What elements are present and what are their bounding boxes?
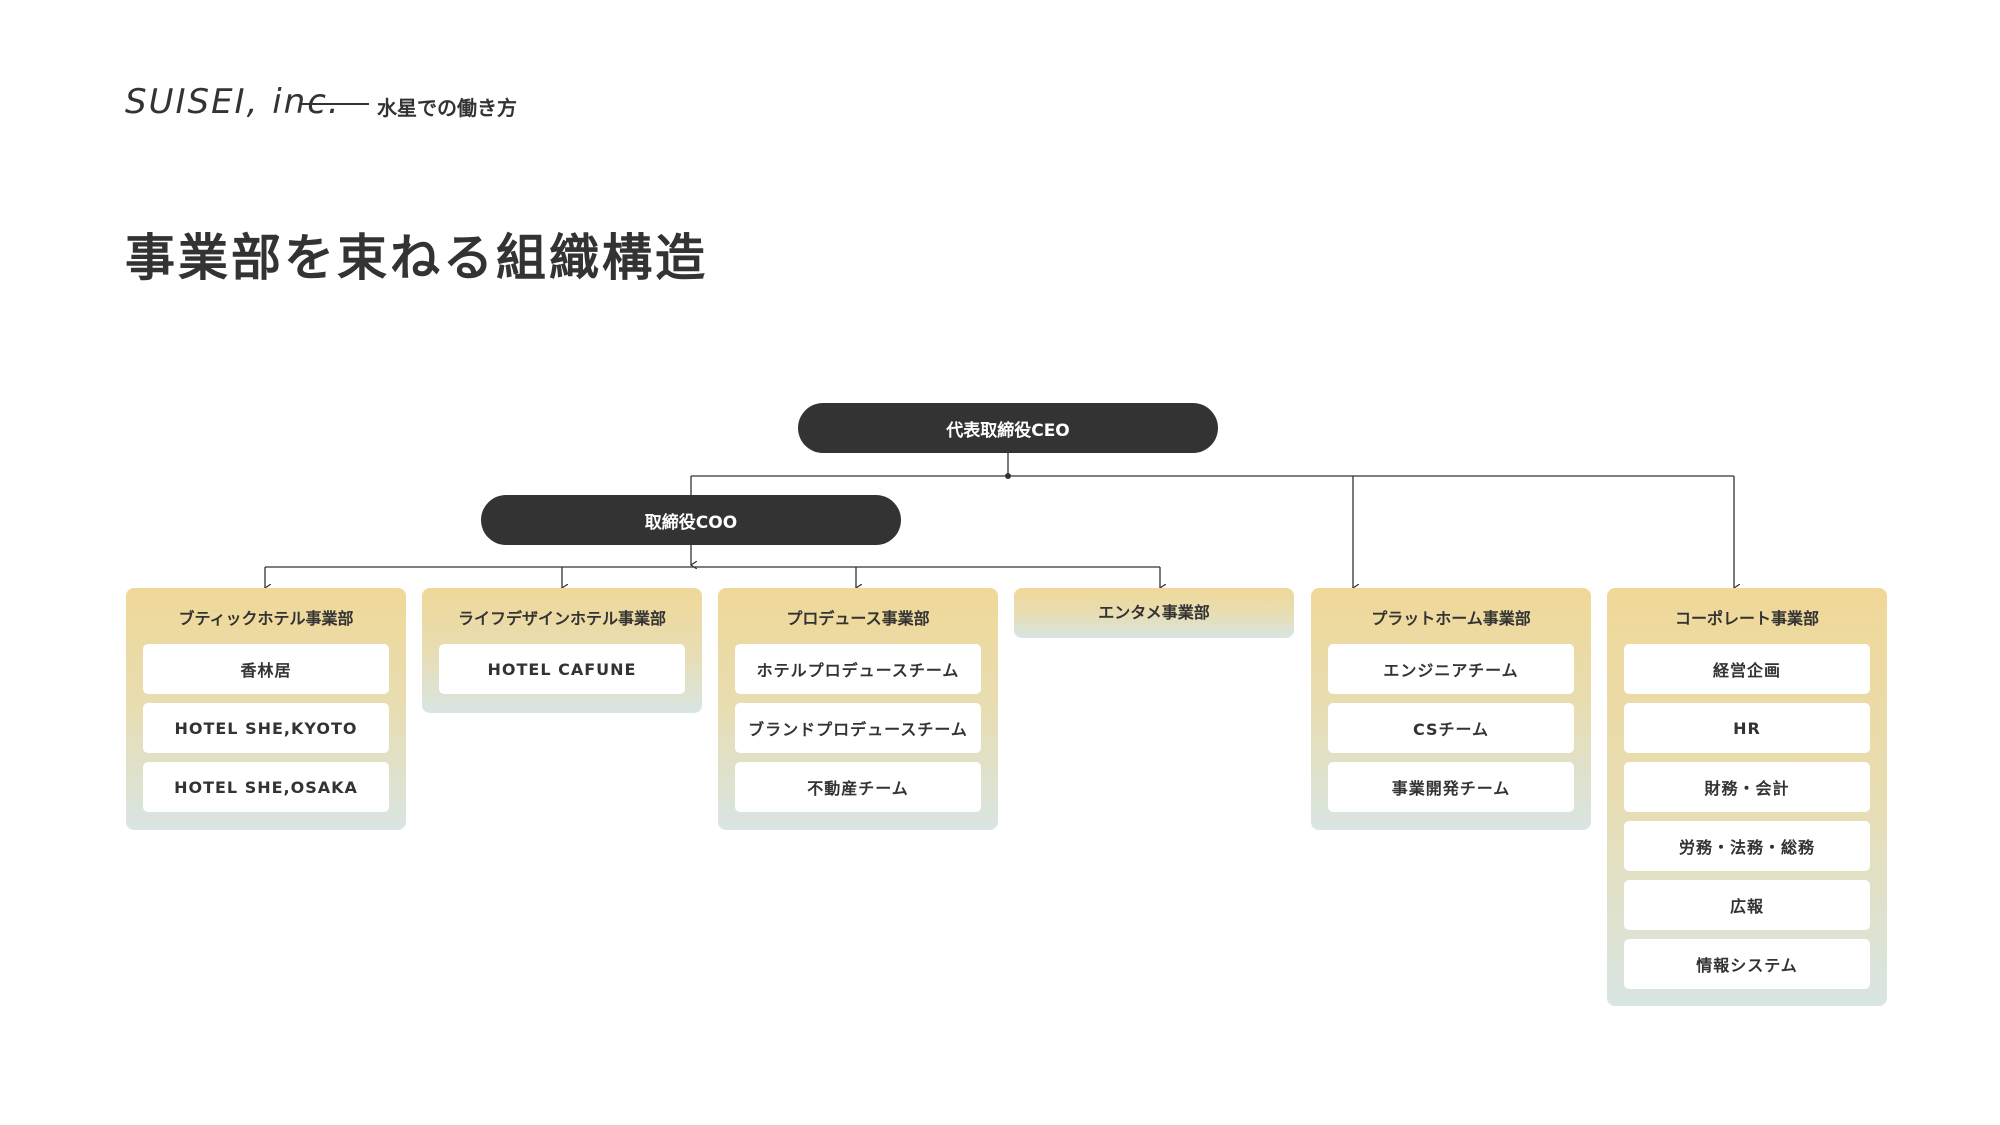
dept-boutique-hotel: ブティックホテル事業部 香林居 HOTEL SHE,KYOTO HOTEL SH… [126,588,406,830]
team-hotel-she-osaka: HOTEL SHE,OSAKA [143,762,389,812]
dept-title: コーポレート事業部 [1674,609,1819,628]
dept-title: ライフデザインホテル事業部 [457,609,666,628]
header-tagline: 水星での働き方 [377,96,517,120]
page-title: 事業部を束ねる組織構造 [125,229,708,287]
team-information-systems: 情報システム [1624,939,1870,989]
logo-divider [301,103,369,105]
dept-corporate: コーポレート事業部 経営企画 HR 財務・会計 労務・法務・総務 広報 情報シス… [1607,588,1887,1006]
ceo-junction-dot [1005,473,1011,479]
coo-node: 取締役COO [481,495,901,545]
team-kourinkyo: 香林居 [143,644,389,694]
dept-title: プロデュース事業部 [786,609,930,628]
team-hotel-she-kyoto: HOTEL SHE,KYOTO [143,703,389,753]
team-finance-accounting: 財務・会計 [1624,762,1870,812]
team-brand-produce: ブランドプロデュースチーム [735,703,981,753]
team-hotel-cafune: HOTEL CAFUNE [439,644,685,694]
team-hotel-produce: ホテルプロデュースチーム [735,644,981,694]
team-engineer: エンジニアチーム [1328,644,1574,694]
team-labor-legal-general: 労務・法務・総務 [1624,821,1870,871]
dept-title: ブティックホテル事業部 [178,609,354,628]
dept-title: プラットホーム事業部 [1371,609,1531,628]
dept-entertainment: エンタメ事業部 [1014,588,1294,638]
team-cs: CSチーム [1328,703,1574,753]
dept-life-design-hotel: ライフデザインホテル事業部 HOTEL CAFUNE [422,588,702,713]
company-logo: SUISEI, inc. [125,82,341,122]
team-pr: 広報 [1624,880,1870,930]
dept-platform: プラットホーム事業部 エンジニアチーム CSチーム 事業開発チーム [1311,588,1591,830]
team-business-development: 事業開発チーム [1328,762,1574,812]
team-hr: HR [1624,703,1870,753]
ceo-node: 代表取締役CEO [798,403,1218,453]
team-real-estate: 不動産チーム [735,762,981,812]
dept-produce: プロデュース事業部 ホテルプロデュースチーム ブランドプロデュースチーム 不動産… [718,588,998,830]
dept-title: エンタメ事業部 [1098,603,1210,622]
team-corporate-planning: 経営企画 [1624,644,1870,694]
